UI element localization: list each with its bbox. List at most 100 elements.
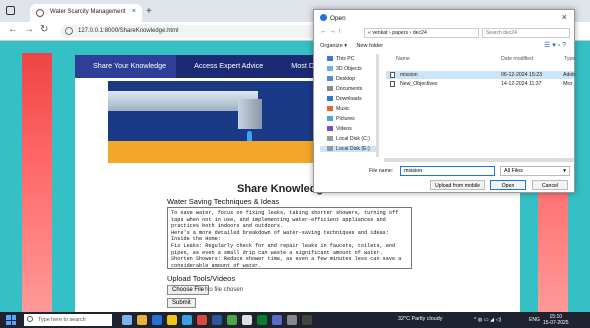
nav-share-knowledge[interactable]: Share Your Knowledge bbox=[75, 55, 177, 78]
dialog-title: Open bbox=[320, 14, 346, 22]
nav-pane-item[interactable]: Music bbox=[327, 106, 350, 112]
app-icon[interactable] bbox=[227, 315, 237, 325]
nav-pane-item[interactable]: Desktop bbox=[327, 76, 355, 82]
col-name[interactable]: Name bbox=[396, 56, 410, 62]
word-file-icon bbox=[390, 81, 395, 87]
nav-pane-item[interactable]: Pictures bbox=[327, 116, 355, 122]
chrome-icon[interactable] bbox=[242, 315, 252, 325]
filetype-select[interactable]: All Files ▾ bbox=[500, 166, 570, 176]
taskbar-search-text: Type here to search bbox=[38, 317, 86, 323]
chevron-down-icon: ▾ bbox=[563, 168, 566, 174]
url-field[interactable]: 127.0.0.1:8000/ShareKnowledge.html bbox=[60, 25, 320, 38]
language-indicator[interactable]: ENG bbox=[529, 317, 540, 323]
music-icon bbox=[327, 106, 333, 111]
tap-shape bbox=[238, 99, 262, 129]
nav-pane-item[interactable]: Videos bbox=[327, 126, 352, 132]
app-icon[interactable] bbox=[182, 315, 192, 325]
search-icon bbox=[27, 316, 33, 322]
folder-breadcrumb[interactable]: « venkat › papers › dec24 bbox=[364, 28, 479, 38]
system-tray-icons[interactable]: ^ ◍ ▭ ◢ ◁) bbox=[474, 317, 501, 323]
nav-scrollbar[interactable] bbox=[376, 54, 379, 157]
form-title: Water Saving Techniques & Ideas bbox=[167, 197, 280, 206]
browser-icon bbox=[320, 14, 327, 21]
file-list: Name Date modified Type mission 06-12-20… bbox=[384, 54, 576, 157]
upload-mobile-button[interactable]: Upload from mobile bbox=[430, 180, 485, 190]
choose-file-button[interactable]: Choose File bbox=[167, 285, 210, 295]
app-icon[interactable] bbox=[287, 315, 297, 325]
organize-button[interactable]: Organize ▾ bbox=[320, 43, 347, 49]
back-icon[interactable]: ← bbox=[8, 24, 18, 35]
info-icon[interactable] bbox=[65, 27, 73, 35]
new-tab-button[interactable]: + bbox=[146, 6, 152, 17]
col-type[interactable]: Type bbox=[564, 56, 575, 62]
dialog-search-input[interactable]: Search dec24 bbox=[482, 28, 570, 38]
videos-icon bbox=[327, 126, 333, 131]
folder-icon[interactable] bbox=[167, 315, 177, 325]
taskbar-search[interactable]: Type here to search bbox=[24, 314, 112, 326]
file-row[interactable]: New_Objectives 14-12-2024 11:37 Micr bbox=[386, 80, 574, 88]
pictures-icon bbox=[327, 116, 333, 121]
app-icon[interactable] bbox=[197, 315, 207, 325]
left-decor bbox=[22, 53, 52, 312]
app-icon[interactable] bbox=[152, 315, 162, 325]
nav-pane-item[interactable]: This PC bbox=[327, 56, 354, 62]
clock-date: 15-07-2025 bbox=[543, 320, 569, 326]
cancel-button[interactable]: Cancel bbox=[532, 180, 568, 190]
dialog-title-text: Open bbox=[330, 15, 346, 22]
file-type: Micr bbox=[563, 81, 573, 87]
nav-pane-item[interactable]: Downloads bbox=[327, 96, 362, 102]
reload-icon[interactable]: ↻ bbox=[40, 24, 48, 35]
nav-pane-label: Music bbox=[336, 106, 350, 112]
tab-title: Water Scarcity Management bbox=[50, 9, 126, 15]
disk-icon bbox=[327, 136, 333, 141]
nav-expert-advice[interactable]: Access Expert Advice bbox=[176, 55, 273, 78]
dialog-close-icon[interactable]: × bbox=[562, 12, 567, 22]
filename-input[interactable]: mission bbox=[400, 166, 495, 176]
desktop-icon bbox=[327, 76, 333, 81]
url-text: 127.0.0.1:8000/ShareKnowledge.html bbox=[78, 28, 179, 34]
view-options-icon[interactable]: ☰ ▾ ▫ ? bbox=[544, 41, 566, 49]
cube-icon bbox=[327, 66, 333, 71]
filename-label: File name: bbox=[369, 168, 394, 174]
word-icon[interactable] bbox=[212, 315, 222, 325]
file-list-scrollbar[interactable] bbox=[384, 158, 574, 162]
nav-pane-label: 3D Objects bbox=[336, 66, 362, 72]
open-button[interactable]: Open bbox=[490, 180, 526, 190]
ideas-textarea[interactable]: To save water, focus on fixing leaks, ta… bbox=[167, 207, 412, 269]
tab-close-icon[interactable]: × bbox=[132, 8, 136, 15]
col-date[interactable]: Date modified bbox=[501, 56, 533, 62]
upload-label: Upload Tools/Videos bbox=[167, 274, 236, 283]
filetype-value: All Files bbox=[504, 168, 523, 174]
browser-tab[interactable]: Water Scarcity Management × bbox=[30, 4, 142, 22]
folder-nav-arrows[interactable]: ← → ↑ bbox=[320, 28, 341, 35]
app-icon[interactable] bbox=[272, 315, 282, 325]
forward-icon[interactable]: → bbox=[24, 24, 34, 35]
no-file-text: No file chosen bbox=[205, 287, 244, 293]
file-name: mission bbox=[400, 72, 418, 78]
file-name: New_Objectives bbox=[400, 81, 438, 87]
dialog-nav-pane: This PC 3D Objects Desktop Documents Downloa… bbox=[314, 54, 380, 159]
nav-pane-item[interactable]: Local Disk (C:) bbox=[327, 136, 370, 142]
submit-button[interactable]: Submit bbox=[167, 298, 196, 308]
nav-pane-label: Local Disk (C:) bbox=[336, 136, 371, 142]
nav-pane-label: Pictures bbox=[336, 116, 355, 122]
site-nav: Share Your Knowledge Access Expert Advic… bbox=[75, 55, 341, 78]
disk-icon bbox=[327, 146, 333, 151]
window-menu-icon[interactable] bbox=[6, 6, 15, 15]
nav-pane-item[interactable]: Local Disk (E:) bbox=[320, 146, 376, 152]
file-row[interactable]: mission 06-12-2024 15:23 Adob bbox=[386, 71, 575, 79]
app-icon[interactable] bbox=[137, 315, 147, 325]
nav-pane-item[interactable]: Documents bbox=[327, 86, 362, 92]
globe-icon bbox=[36, 9, 44, 17]
weather-widget[interactable]: 32°C Partly cloudy bbox=[398, 316, 442, 322]
clock[interactable]: 15:10 15-07-2025 bbox=[543, 314, 569, 326]
app-icon[interactable] bbox=[302, 315, 312, 325]
app-icon[interactable] bbox=[257, 315, 267, 325]
dialog-toolbar: Organize ▾ New folder bbox=[320, 43, 383, 49]
nav-pane-item[interactable]: 3D Objects bbox=[327, 66, 362, 72]
new-folder-button[interactable]: New folder bbox=[356, 43, 383, 49]
file-date: 06-12-2024 15:23 bbox=[501, 72, 542, 78]
open-file-dialog: Open × ← → ↑ « venkat › papers › dec24 S… bbox=[313, 9, 575, 193]
windows-start-icon[interactable] bbox=[6, 315, 16, 325]
app-icon[interactable] bbox=[122, 315, 132, 325]
